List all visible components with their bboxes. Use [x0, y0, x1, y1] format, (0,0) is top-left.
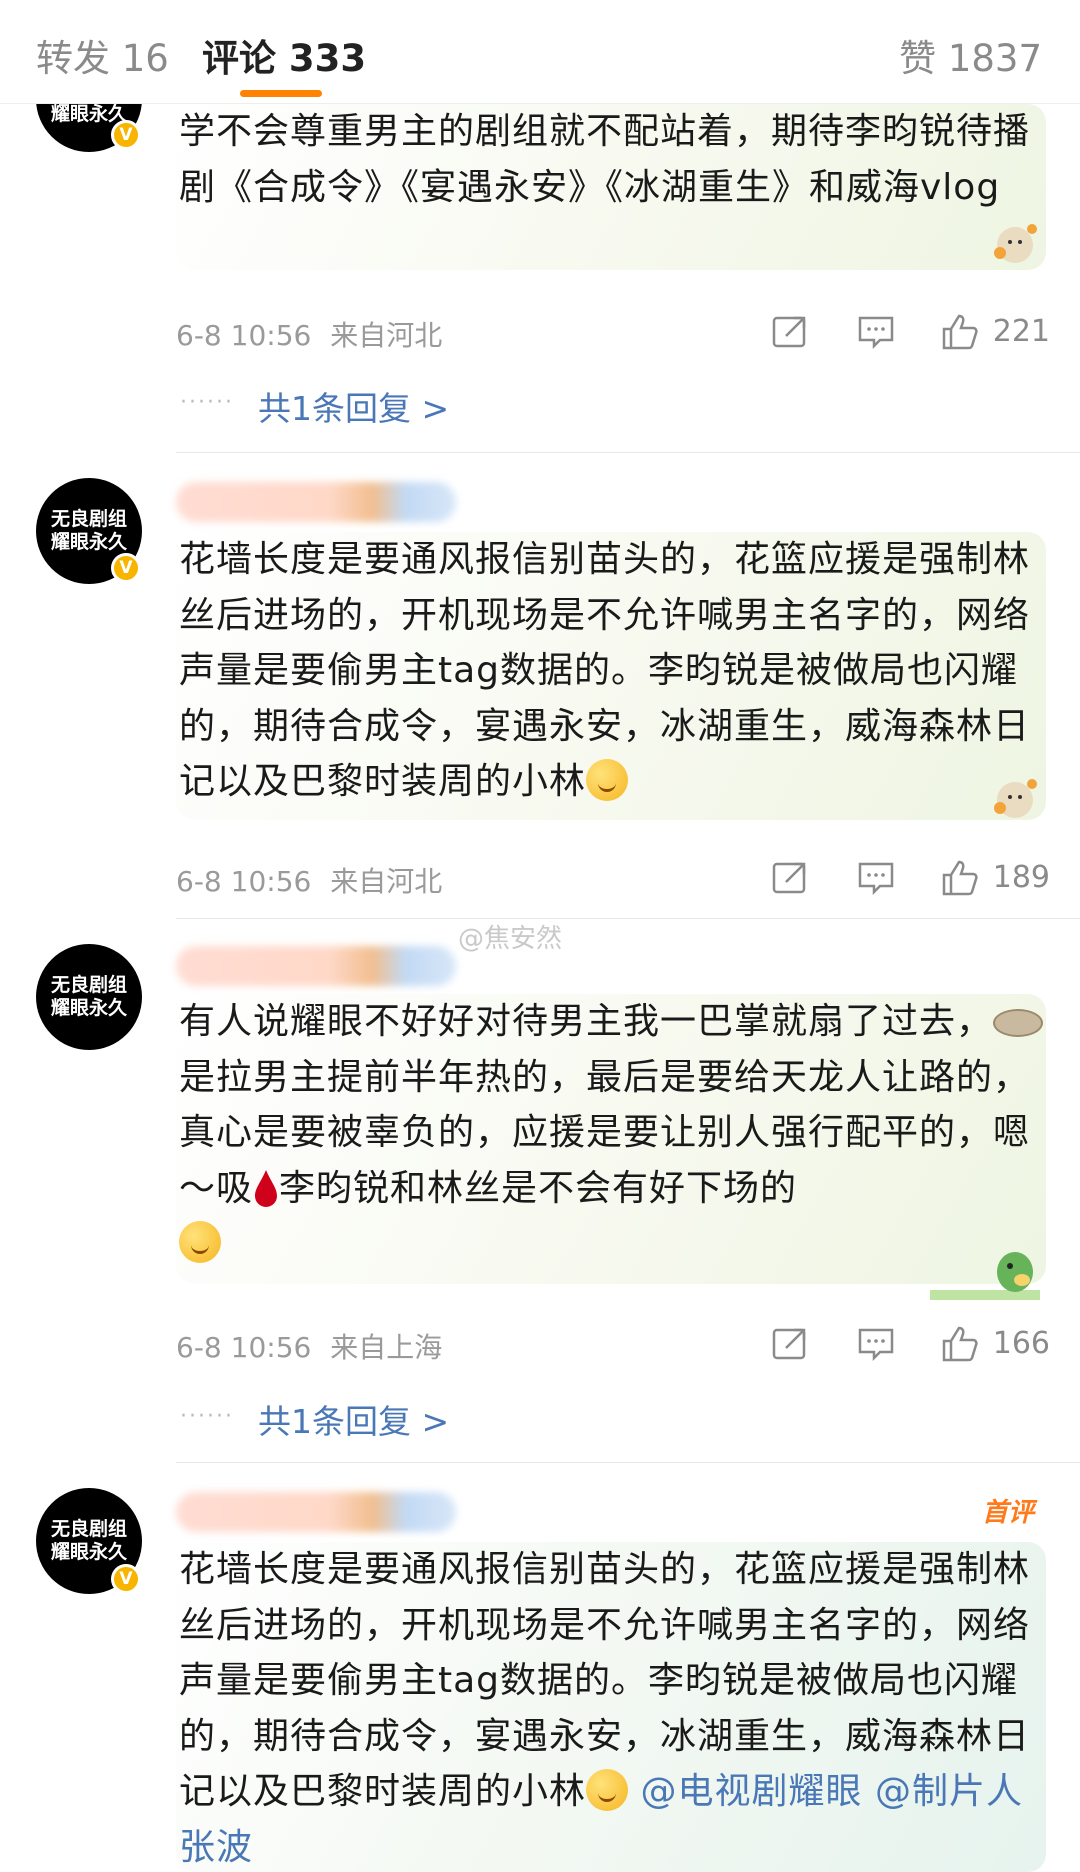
comment-meta: 6-8 10:56 来自河北 — [176, 860, 442, 900]
tab-repost[interactable]: 转发 16 — [36, 28, 169, 82]
divider — [176, 452, 1080, 453]
verified-icon: V — [111, 553, 141, 583]
comment-time: 6-8 10:56 — [176, 1331, 312, 1364]
comment-location: 来自河北 — [330, 865, 443, 898]
comment-tab-bar: 转发 16 评论 333 赞 1837 — [0, 0, 1080, 104]
comment-time: 6-8 10:56 — [176, 865, 312, 898]
comment-icon[interactable] — [856, 858, 896, 898]
watermark: @焦安然 — [458, 924, 563, 954]
avatar-text-line2: 耀眼永久 — [50, 997, 127, 1019]
reply-dots: ······ — [180, 1404, 234, 1429]
comment-bubble: 花墙长度是要通风报信别苗头的，花篮应援是强制林丝后进场的，开机现场是不允许喊男主… — [176, 532, 1046, 820]
like-count: 189 — [992, 860, 1050, 895]
comment-text: 花墙长度是要通风报信别苗头的，花篮应援是强制林丝后进场的，开机现场是不允许喊男主… — [179, 1549, 1031, 1868]
comment-meta: 6-8 10:56 来自河北 — [176, 314, 442, 354]
avatar-text-line2: 耀眼永久 — [50, 1541, 127, 1563]
active-tab-indicator — [240, 90, 322, 97]
like-count: 221 — [992, 314, 1050, 349]
comment-bubble: 有人说耀眼不好好对待男主我一巴掌就扇了过去，是拉男主提前半年热的，最后是要给天龙… — [176, 994, 1046, 1284]
tab-like[interactable]: 赞 1837 — [899, 28, 1042, 82]
comment-text: 花墙长度是要通风报信别苗头的，花篮应援是强制林丝后进场的，开机现场是不允许喊男主… — [179, 539, 1031, 802]
comment-location: 来自上海 — [330, 1331, 443, 1364]
laughing-emoji-icon — [179, 1221, 221, 1263]
tab-comment[interactable]: 评论 333 — [202, 28, 366, 82]
reply-dots: ······ — [180, 390, 234, 415]
comment-bubble: 学不会尊重男主的剧组就不配站着，期待李昀锐待播剧《合成令》《宴遇永安》《冰湖重生… — [176, 104, 1046, 270]
sticker-decoration-icon — [994, 779, 1037, 818]
avatar-text-line2: 耀眼永久 — [50, 531, 127, 553]
avatar-text-line1: 无良剧组 — [50, 1518, 127, 1540]
username-blurred[interactable] — [176, 946, 456, 986]
comment-time: 6-8 10:56 — [176, 319, 312, 352]
avatar[interactable]: 无良剧组 耀眼永久 — [36, 944, 142, 1050]
view-replies-link[interactable]: 共1条回复 > — [258, 1395, 449, 1443]
comment-actions: 221 — [770, 312, 1050, 352]
comment-text: 学不会尊重男主的剧组就不配站着，期待李昀锐待播剧《合成令》《宴遇永安》《冰湖重生… — [179, 111, 1031, 208]
verified-icon: V — [111, 120, 141, 150]
avatar-text-line1: 无良剧组 — [50, 974, 127, 996]
like-icon[interactable] — [940, 312, 980, 352]
comment-text: 有人说耀眼不好好对待男主我一巴掌就扇了过去，是拉男主提前半年热的，最后是要给天龙… — [179, 994, 1046, 1272]
share-icon[interactable] — [770, 312, 810, 352]
first-comment-badge: 首评 — [982, 1498, 1035, 1528]
username-blurred[interactable] — [176, 482, 456, 522]
kiss-emoji-icon — [586, 1769, 629, 1811]
comment-actions: 189 — [770, 858, 1050, 898]
verified-icon: V — [111, 1564, 141, 1594]
kiss-emoji-icon — [586, 759, 629, 801]
avatar-text: 耀眼永久 — [50, 102, 127, 125]
comment-actions: 166 — [770, 1324, 1050, 1364]
username-blurred[interactable] — [176, 1492, 456, 1532]
like-count: 166 — [992, 1326, 1050, 1361]
view-replies-link[interactable]: 共1条回复 > — [258, 382, 449, 430]
comment-bubble: 花墙长度是要通风报信别苗头的，花篮应援是强制林丝后进场的，开机现场是不允许喊男主… — [176, 1542, 1046, 1872]
share-icon[interactable] — [770, 858, 810, 898]
blood-drop-icon — [255, 1169, 278, 1207]
comment-icon[interactable] — [856, 1324, 896, 1364]
dino-sticker-icon — [930, 1252, 1040, 1300]
like-icon[interactable] — [940, 858, 980, 898]
comment-meta: 6-8 10:56 来自上海 — [176, 1326, 442, 1366]
pill-emoji-icon — [993, 1009, 1044, 1037]
sticker-decoration-icon — [994, 224, 1037, 263]
divider — [176, 918, 1080, 919]
like-icon[interactable] — [940, 1324, 980, 1364]
comment-location: 来自河北 — [330, 319, 443, 352]
mention-link[interactable]: @电视剧耀眼 — [640, 1771, 862, 1812]
avatar-text-line1: 无良剧组 — [50, 508, 127, 530]
divider — [176, 1462, 1080, 1463]
comment-icon[interactable] — [856, 312, 896, 352]
share-icon[interactable] — [770, 1324, 810, 1364]
